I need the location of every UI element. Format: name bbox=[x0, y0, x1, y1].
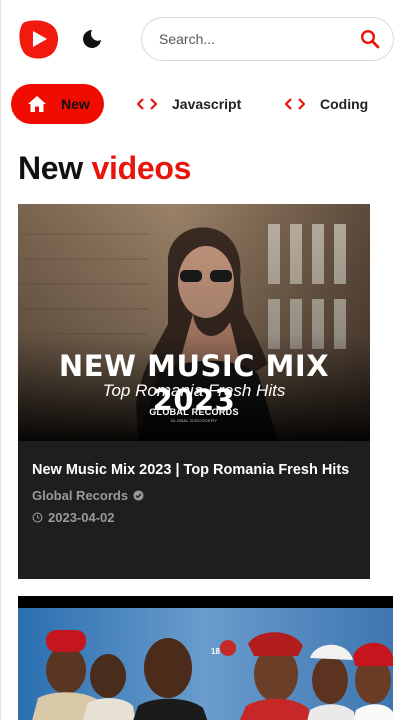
video-card[interactable]: NEW MUSIC MIX 2023 Top Romania Fresh Hit… bbox=[18, 204, 370, 579]
clock-icon bbox=[32, 512, 43, 523]
code-icon bbox=[137, 97, 157, 111]
thumbnail-brand: GLOBAL RECORDS bbox=[149, 407, 239, 417]
moon-icon bbox=[83, 30, 101, 48]
verified-check-icon bbox=[133, 490, 144, 501]
video-info: New Music Mix 2023 | Top Romania Fresh H… bbox=[18, 441, 370, 525]
tab-javascript[interactable]: Javascript bbox=[137, 84, 241, 124]
thumbnail-image: 18 bbox=[18, 608, 393, 720]
tab-label: Coding bbox=[320, 96, 369, 112]
category-tabs: New Javascript Coding bbox=[11, 84, 406, 124]
section-title: New videos bbox=[18, 150, 191, 187]
video-thumbnail[interactable]: 18 bbox=[18, 608, 393, 720]
logo[interactable] bbox=[17, 18, 59, 60]
tab-new[interactable]: New bbox=[11, 84, 104, 124]
video-title[interactable]: New Music Mix 2023 | Top Romania Fresh H… bbox=[32, 461, 356, 479]
youtube-play-logo-icon bbox=[19, 20, 59, 59]
video-thumbnail[interactable]: NEW MUSIC MIX 2023 Top Romania Fresh Hit… bbox=[18, 204, 370, 441]
tab-label: Javascript bbox=[172, 96, 242, 112]
section-title-accent: videos bbox=[91, 150, 192, 186]
thumbnail-badge: 18 bbox=[211, 647, 220, 656]
video-channel[interactable]: Global Records bbox=[32, 488, 356, 503]
thumbnail-brand-sub: GLOBAL DISCOVERY bbox=[170, 418, 218, 423]
video-date: 2023-04-02 bbox=[32, 510, 356, 525]
video-card[interactable]: 18 bbox=[18, 596, 393, 720]
search-icon[interactable] bbox=[360, 29, 380, 49]
code-icon bbox=[285, 97, 305, 111]
search-bar bbox=[141, 17, 394, 61]
date-text: 2023-04-02 bbox=[48, 510, 115, 525]
channel-name: Global Records bbox=[32, 488, 129, 503]
tab-coding[interactable]: Coding bbox=[285, 84, 368, 124]
home-icon bbox=[27, 95, 47, 113]
section-title-main: New bbox=[18, 150, 83, 186]
thumbnail-subheadline: Top Romania Fresh Hits bbox=[102, 381, 286, 400]
search-input[interactable] bbox=[159, 31, 349, 47]
theme-toggle[interactable] bbox=[81, 28, 103, 50]
tab-label: New bbox=[61, 96, 90, 112]
